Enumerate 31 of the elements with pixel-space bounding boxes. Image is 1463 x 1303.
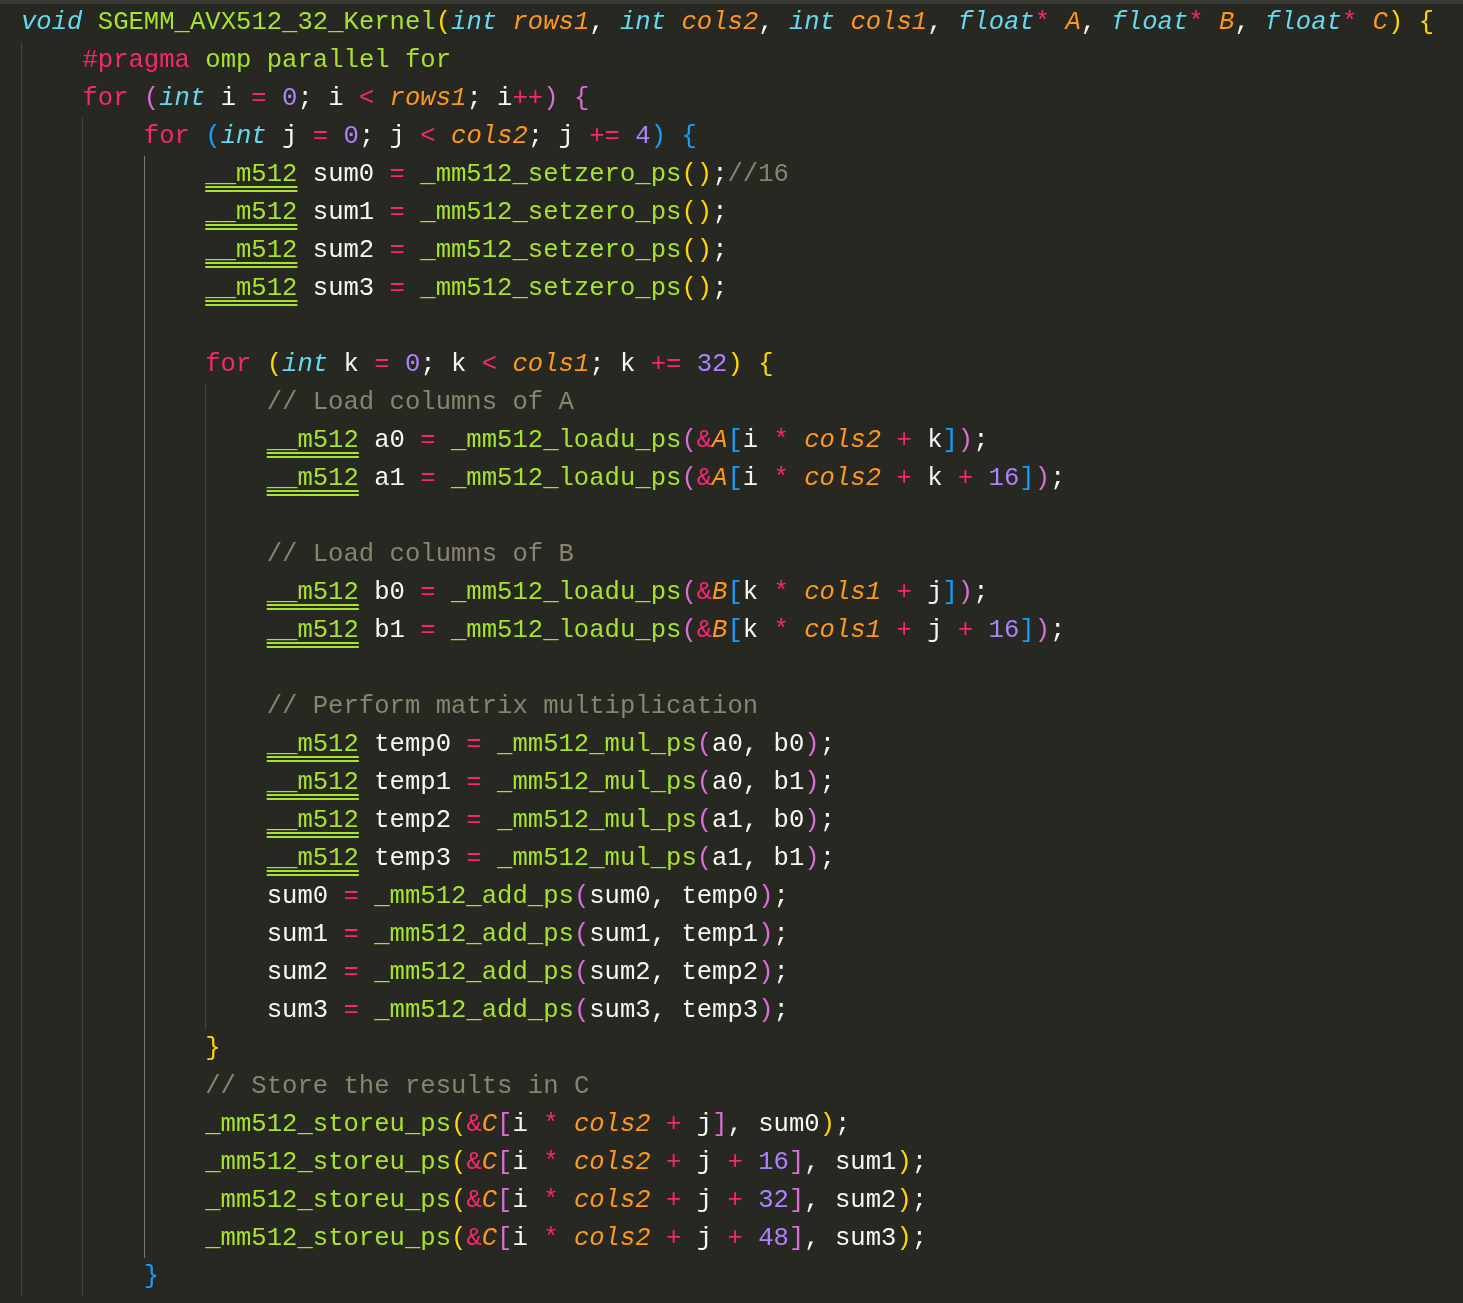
code-line: _mm512_storeu_ps(&C[i * cols2 + j + 48], sum3); (205, 1223, 929, 1255)
code-line: __m512 temp0 = _mm512_mul_ps(a0, b0); (266, 729, 836, 761)
code-line: __m512 sum2 = _mm512_setzero_ps(); (205, 235, 729, 267)
code-line: _mm512_storeu_ps(&C[i * cols2 + j + 16], sum1); (205, 1147, 929, 1179)
code-line: __m512 b1 = _mm512_loadu_ps(&B[k * cols1 + j + 16]); (266, 615, 1067, 647)
code-line: __m512 sum1 = _mm512_setzero_ps(); (205, 197, 729, 229)
code-line: // Perform matrix multiplication (266, 691, 760, 723)
code-line: // Load columns of A (266, 387, 575, 419)
code-line: __m512 temp1 = _mm512_mul_ps(a0, b1); (266, 767, 836, 799)
code-line: __m512 temp3 = _mm512_mul_ps(a1, b1); (266, 843, 836, 875)
code-line: // Load columns of B (266, 539, 575, 571)
code-line: for (int i = 0; i < rows1; i++) { (82, 83, 591, 115)
code-line: _mm512_storeu_ps(&C[i * cols2 + j + 32], sum2); (205, 1185, 929, 1217)
code-line: __m512 a1 = _mm512_loadu_ps(&A[i * cols2 + k + 16]); (266, 463, 1067, 495)
code-line: #pragma omp parallel for (82, 45, 453, 77)
code-line: __m512 sum3 = _mm512_setzero_ps(); (205, 273, 729, 305)
code-line: sum1 = _mm512_add_ps(sum1, temp1); (266, 919, 790, 951)
code-line: void SGEMM_AVX512_32_Kernel(int rows1, int cols2, int cols1, float* A, float* B, float* C) { (21, 7, 1436, 39)
code-line: for (int j = 0; j < cols2; j += 4) { (143, 121, 698, 153)
code-line: __m512 b0 = _mm512_loadu_ps(&B[k * cols1 + j]); (266, 577, 990, 609)
code-line: __m512 temp2 = _mm512_mul_ps(a1, b0); (266, 805, 836, 837)
code-line: _mm512_storeu_ps(&C[i * cols2 + j], sum0); (205, 1109, 852, 1141)
code-line: sum3 = _mm512_add_ps(sum3, temp3); (266, 995, 790, 1027)
code-line: sum2 = _mm512_add_ps(sum2, temp2); (266, 957, 790, 989)
code-line: sum0 = _mm512_add_ps(sum0, temp0); (266, 881, 790, 913)
code-line: } (143, 1261, 161, 1293)
code-line: for (int k = 0; k < cols1; k += 32) { (205, 349, 775, 381)
code-line: __m512 a0 = _mm512_loadu_ps(&A[i * cols2 + k]); (266, 425, 990, 457)
code-line: } (205, 1033, 222, 1065)
code-line: __m512 sum0 = _mm512_setzero_ps();//16 (205, 159, 790, 191)
code-line: // Store the results in C (205, 1071, 591, 1103)
